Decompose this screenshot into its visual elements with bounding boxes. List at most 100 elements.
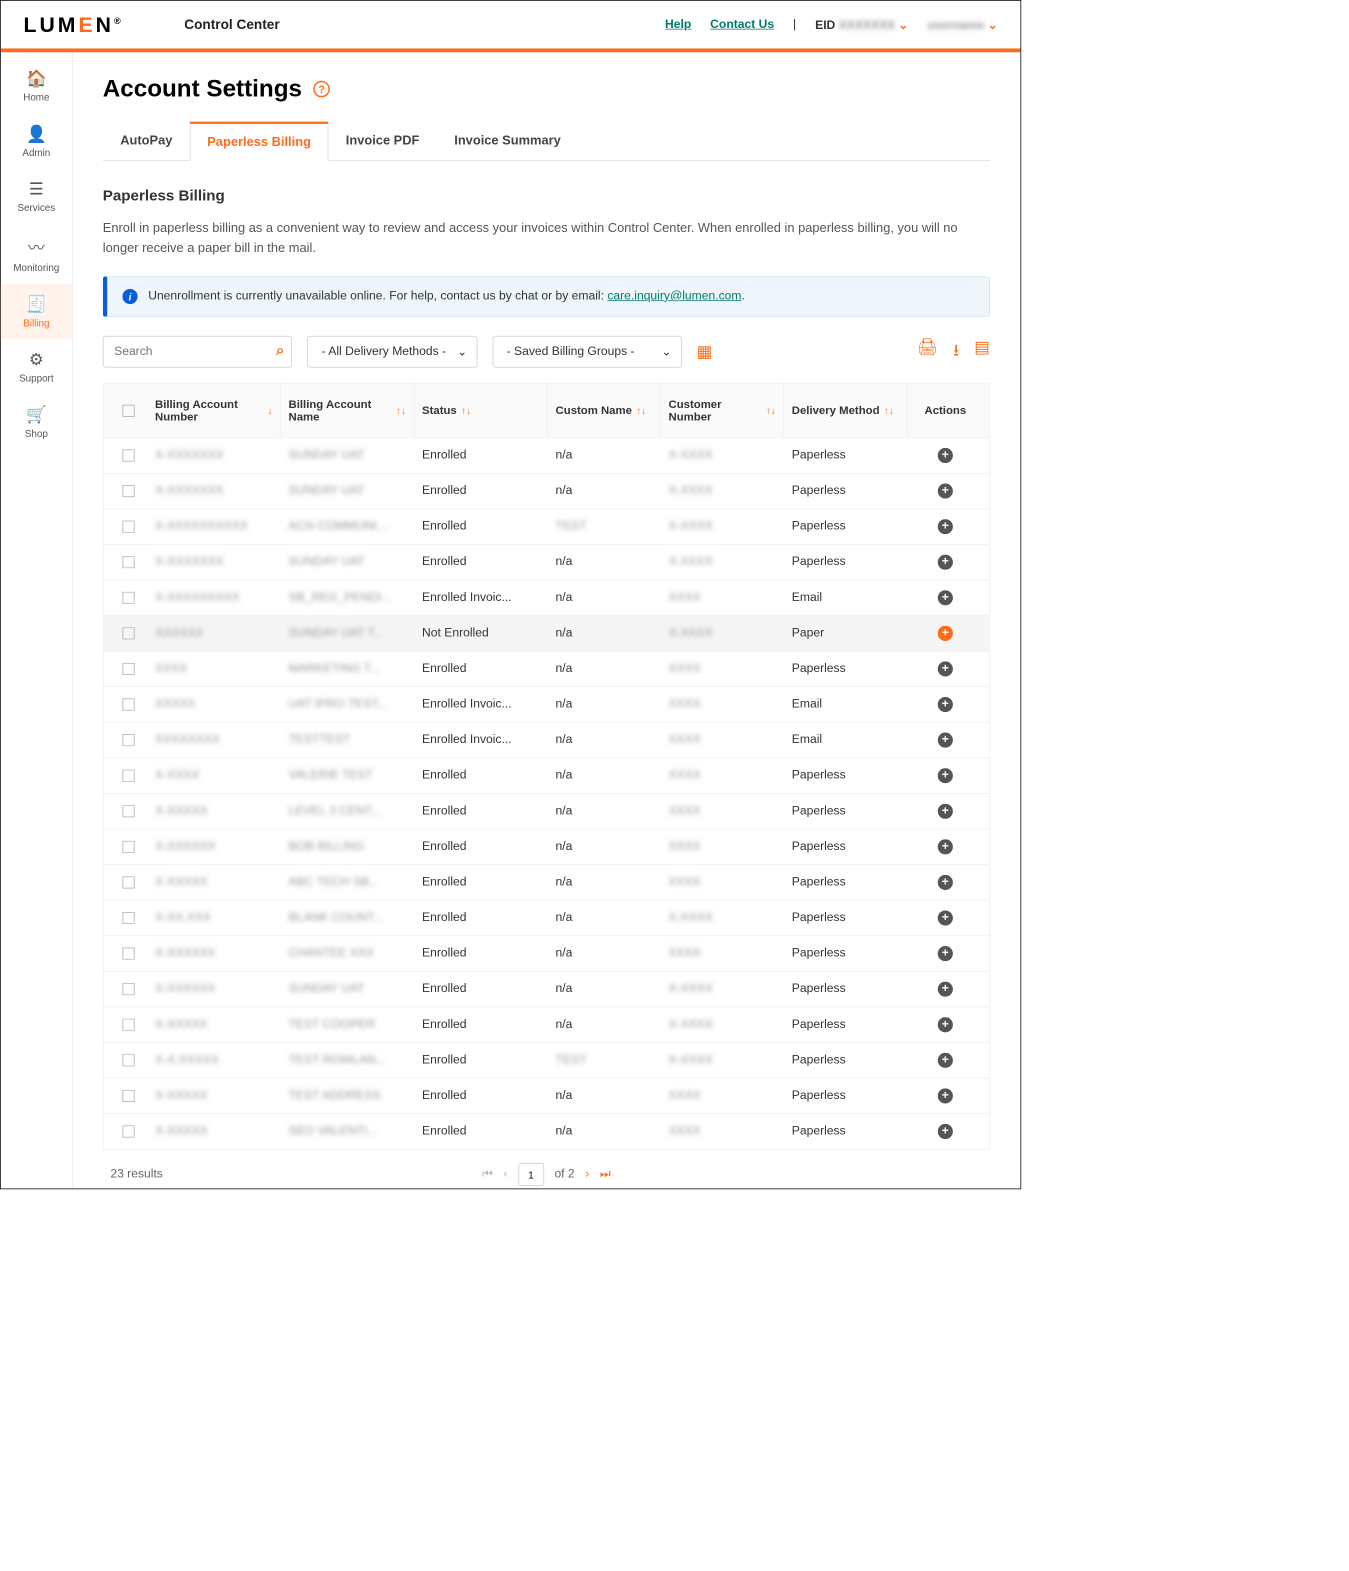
- cell-ban: X-XXXXXXX: [148, 449, 282, 463]
- sidebar-item-home[interactable]: 🏠Home: [1, 58, 72, 113]
- tab-paperless-billing[interactable]: Paperless Billing: [190, 122, 329, 161]
- row-action-add-icon[interactable]: +: [938, 982, 953, 997]
- sort-icon: ↑↓: [396, 405, 406, 416]
- cell-name: VALERIE TEST: [281, 769, 415, 783]
- cell-ban: X-XX.XXX: [148, 911, 282, 925]
- table-row: X-XXXXXXXXXXACN COMMUNI...EnrolledTESTX-…: [104, 509, 990, 545]
- cell-ban: X-XXXXXXX: [148, 484, 282, 498]
- row-action-add-icon[interactable]: +: [938, 875, 953, 890]
- row-action-add-icon[interactable]: +: [938, 448, 953, 463]
- row-action-add-icon[interactable]: +: [938, 946, 953, 961]
- eid-dropdown[interactable]: EID XXXXXXX⌄: [815, 17, 908, 32]
- row-checkbox[interactable]: [123, 485, 135, 497]
- page-input[interactable]: [518, 1164, 544, 1187]
- user-dropdown[interactable]: username⌄: [927, 17, 997, 32]
- tab-autopay[interactable]: AutoPay: [103, 122, 190, 161]
- row-action-add-icon[interactable]: +: [938, 697, 953, 712]
- sort-icon: ↑↓: [637, 405, 647, 416]
- row-action-add-icon[interactable]: +: [938, 555, 953, 570]
- row-action-add-icon[interactable]: +: [938, 590, 953, 605]
- row-checkbox[interactable]: [123, 983, 135, 995]
- row-checkbox[interactable]: [123, 912, 135, 924]
- sidebar-item-admin[interactable]: 👤Admin: [1, 114, 72, 169]
- row-action-add-icon[interactable]: +: [938, 626, 953, 641]
- row-action-add-icon[interactable]: +: [938, 1124, 953, 1139]
- cell-custom: n/a: [548, 449, 661, 463]
- row-checkbox[interactable]: [123, 734, 135, 746]
- row-action-add-icon[interactable]: +: [938, 662, 953, 677]
- tab-invoice-summary[interactable]: Invoice Summary: [437, 122, 578, 161]
- row-action-add-icon[interactable]: +: [938, 1089, 953, 1104]
- first-page-icon[interactable]: ⏮: [482, 1168, 493, 1182]
- row-action-add-icon[interactable]: +: [938, 1017, 953, 1032]
- help-icon[interactable]: ?: [313, 81, 330, 98]
- cell-custom: n/a: [548, 1018, 661, 1032]
- col-custom-name[interactable]: Custom Name↑↓: [548, 384, 661, 438]
- sidebar-item-billing[interactable]: 🧾Billing: [1, 284, 72, 339]
- row-checkbox[interactable]: [123, 1055, 135, 1067]
- last-page-icon[interactable]: ⏭: [600, 1168, 611, 1182]
- billing-icon: 🧾: [1, 294, 72, 314]
- cell-ban: X-X.XXXXX: [148, 1054, 282, 1068]
- row-checkbox[interactable]: [123, 1090, 135, 1102]
- select-all-checkbox[interactable]: [123, 405, 135, 417]
- cell-method: Paperless: [784, 840, 907, 854]
- row-action-add-icon[interactable]: +: [938, 768, 953, 783]
- row-checkbox[interactable]: [123, 1126, 135, 1138]
- row-checkbox[interactable]: [123, 556, 135, 568]
- row-action-add-icon[interactable]: +: [938, 911, 953, 926]
- row-action-add-icon[interactable]: +: [938, 484, 953, 499]
- search-icon[interactable]: ⌕: [276, 342, 284, 359]
- col-delivery-method[interactable]: Delivery Method↑↓: [784, 384, 907, 438]
- row-checkbox[interactable]: [123, 450, 135, 462]
- chevron-down-icon: ⌄: [662, 344, 672, 359]
- table-row: XXXXXXXXTESTTESTEnrolled Invoic...n/aXXX…: [104, 723, 990, 759]
- row-checkbox[interactable]: [123, 948, 135, 960]
- delivery-method-filter[interactable]: - All Delivery Methods -⌄: [307, 336, 477, 368]
- row-checkbox[interactable]: [123, 628, 135, 640]
- prev-page-icon[interactable]: ‹: [504, 1168, 508, 1182]
- row-checkbox[interactable]: [123, 699, 135, 711]
- col-status[interactable]: Status↑↓: [415, 384, 549, 438]
- help-link[interactable]: Help: [665, 18, 691, 32]
- row-action-add-icon[interactable]: +: [938, 733, 953, 748]
- col-billing-account-name[interactable]: Billing Account Name↑↓: [281, 384, 415, 438]
- sidebar-item-shop[interactable]: 🛒Shop: [1, 394, 72, 449]
- row-action-add-icon[interactable]: +: [938, 804, 953, 819]
- banner-email-link[interactable]: care.inquiry@lumen.com: [608, 290, 742, 303]
- row-action-add-icon[interactable]: +: [938, 519, 953, 534]
- cell-ban: X-XXXX: [148, 769, 282, 783]
- cell-method: Paperless: [784, 556, 907, 570]
- row-checkbox[interactable]: [123, 805, 135, 817]
- row-checkbox[interactable]: [123, 841, 135, 853]
- cell-custom: TEST: [548, 520, 661, 534]
- cell-customer: XXXX: [661, 698, 784, 712]
- table-row: X-XXXXXTEST COOPEREnrolledn/aX-XXXXPaper…: [104, 1008, 990, 1044]
- cell-name: LEVEL 3 CENT...: [281, 805, 415, 819]
- manage-billing-groups-icon[interactable]: ▦: [697, 342, 713, 362]
- contact-link[interactable]: Contact Us: [710, 18, 774, 32]
- cell-customer: XXXX: [661, 947, 784, 961]
- row-checkbox[interactable]: [123, 592, 135, 604]
- row-action-add-icon[interactable]: +: [938, 840, 953, 855]
- col-customer-number[interactable]: Customer Number↑↓: [661, 384, 784, 438]
- billing-group-filter[interactable]: - Saved Billing Groups -⌄: [492, 336, 681, 368]
- sidebar-item-support[interactable]: ⚙Support: [1, 339, 72, 394]
- table-row: X-X.XXXXXTEST ROWLAN...EnrolledTESTX-XXX…: [104, 1043, 990, 1079]
- row-checkbox[interactable]: [123, 521, 135, 533]
- download-icon[interactable]: ⭳: [953, 338, 959, 367]
- cell-method: Paperless: [784, 520, 907, 534]
- sidebar-item-services[interactable]: ☰Services: [1, 169, 72, 224]
- tab-invoice-pdf[interactable]: Invoice PDF: [329, 122, 437, 161]
- print-icon[interactable]: 🖨: [917, 338, 938, 367]
- row-checkbox[interactable]: [123, 877, 135, 889]
- sidebar-item-monitoring[interactable]: 〰Monitoring: [1, 224, 72, 284]
- next-page-icon[interactable]: ›: [585, 1168, 589, 1182]
- row-action-add-icon[interactable]: +: [938, 1053, 953, 1068]
- col-billing-account-number[interactable]: Billing Account Number↓: [148, 384, 282, 438]
- row-checkbox[interactable]: [123, 663, 135, 675]
- search-input[interactable]: [103, 336, 292, 368]
- row-checkbox[interactable]: [123, 1019, 135, 1031]
- row-checkbox[interactable]: [123, 770, 135, 782]
- settings-table-icon[interactable]: ▤: [974, 338, 990, 367]
